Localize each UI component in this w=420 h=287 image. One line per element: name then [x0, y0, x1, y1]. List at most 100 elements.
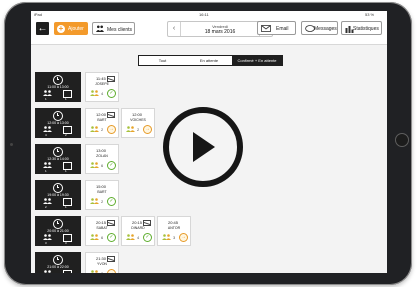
guests-icon [90, 126, 99, 132]
reservation-name: DINARD [131, 226, 145, 230]
people-icon [43, 90, 52, 96]
slot-people-count: 2 [45, 205, 47, 209]
slot-time: 12:30 à 14:00 [47, 157, 69, 161]
people-icon [43, 126, 52, 132]
people-icon [43, 162, 52, 168]
clock-icon [53, 111, 63, 121]
people-icon [96, 25, 104, 32]
slot-time: 12:00 à 13:00 [47, 121, 69, 125]
time-slot[interactable]: 11:00 à 13:00 1 1 [35, 72, 81, 102]
people-icon [44, 270, 51, 273]
reservation-card[interactable]: 12:00 BART 2 → [85, 108, 119, 138]
guest-count: 3 [173, 234, 176, 240]
time-slot[interactable]: 20:00 à 21:00 3 3 [35, 216, 81, 246]
messages-button[interactable]: Messages [301, 21, 338, 35]
confirmed-check-icon: ✓ [143, 233, 152, 242]
add-button[interactable]: + Ajouter [54, 22, 88, 35]
slot-table-count: 2 [65, 133, 67, 137]
my-clients-button[interactable]: Mes clients [92, 22, 135, 35]
guest-count: 4 [101, 90, 104, 96]
slot-time: 19:00 à 19:30 [47, 193, 69, 197]
reservation-name: JOSEPE [95, 82, 109, 86]
confirmed-check-icon: ✓ [107, 233, 116, 242]
reservation-card[interactable]: 21:30 YVON 2 → [85, 252, 119, 273]
reservation-card[interactable]: 20:15 DINARD 4 ✓ [121, 216, 155, 246]
email-button[interactable]: Email [257, 21, 296, 35]
reservation-time: 15:00 [96, 184, 107, 189]
filter-confirmed-pending[interactable]: Confirmé + En attente [232, 56, 282, 65]
guest-count: 2 [137, 126, 140, 132]
pending-arrow-icon: → [179, 233, 188, 242]
top-toolbar: ← + Ajouter Mes clients ‹ Vendredi 18 ma… [31, 17, 387, 45]
time-slot[interactable]: 21:00 à 22:00 1 1 [35, 252, 81, 273]
reservation-name: VOICHES [130, 118, 146, 122]
reservation-name: ZOLAN [96, 154, 108, 158]
guests-icon [90, 162, 99, 168]
reservation-time: 11:45 [96, 76, 106, 81]
time-slot[interactable]: 19:00 à 19:30 2 1 [35, 180, 81, 210]
guests-icon [90, 90, 99, 96]
pending-arrow-icon: → [107, 125, 116, 134]
statistics-label: Statistiques [353, 26, 379, 32]
reservation-card[interactable]: 15:00 BART 2 ✓ [85, 180, 119, 210]
slot-table-count: 1 [65, 169, 67, 173]
envelope-icon [261, 24, 271, 32]
slot-people-count: 1 [45, 97, 47, 101]
reservation-card[interactable]: 12:00 VOICHES 2 → [121, 108, 155, 138]
guest-count: 2 [101, 270, 104, 274]
slot-time: 20:00 à 21:00 [47, 229, 69, 233]
guests-icon [90, 198, 99, 204]
people-icon [43, 234, 52, 240]
play-icon [193, 132, 215, 162]
confirmed-check-icon: ✓ [107, 161, 116, 170]
guests-icon [126, 234, 135, 240]
time-slot[interactable]: 12:30 à 14:00 1 1 [35, 144, 81, 174]
back-arrow-icon[interactable]: ← [36, 22, 49, 35]
guest-count: 2 [101, 126, 104, 132]
reservation-card[interactable]: 20:15 SABAT 6 ✓ [85, 216, 119, 246]
home-button[interactable] [395, 133, 409, 147]
current-date: 18 mars 2016 [204, 29, 236, 35]
time-slot[interactable]: 12:00 à 13:00 4 2 [35, 108, 81, 138]
reservation-name: YVON [97, 262, 107, 266]
email-label: Email [276, 26, 289, 32]
filter-all[interactable]: Tout [139, 56, 186, 65]
confirmed-check-icon: ✓ [107, 197, 116, 206]
reservation-time: 13:00 [96, 148, 107, 153]
calendar-icon [63, 270, 72, 273]
pending-arrow-icon: → [143, 125, 152, 134]
clock-icon [53, 75, 63, 85]
clock-icon [53, 219, 63, 229]
pending-arrow-icon: → [107, 269, 116, 273]
reservation-name: BART [97, 118, 107, 122]
guests-icon [90, 234, 99, 240]
slot-table-count: 1 [65, 205, 67, 209]
guest-count: 6 [101, 162, 104, 168]
reservation-name: BART [97, 190, 107, 194]
my-clients-label: Mes clients [107, 26, 133, 33]
clock-icon [53, 255, 63, 265]
reservation-name: ANTOR [167, 226, 181, 230]
slot-time: 11:00 à 13:00 [47, 85, 69, 89]
guests-icon [91, 270, 98, 273]
camera-icon [10, 143, 13, 146]
slot-time: 21:00 à 22:00 [47, 265, 69, 269]
messages-label: Messages [314, 26, 337, 32]
filter-pending[interactable]: En attente [186, 56, 232, 65]
reservation-name: SABAT [96, 226, 108, 230]
reservation-card[interactable]: 11:45 JOSEPE 4 ✓ [85, 72, 119, 102]
status-filter: Tout En attente Confirmé + En attente [138, 55, 283, 66]
slot-people-count: 4 [45, 133, 47, 137]
statistics-button[interactable]: Statistiques [341, 21, 382, 35]
reservation-card[interactable]: 20:45 ANTOR 3 → [157, 216, 191, 246]
reservation-time: 21:30 [96, 256, 107, 261]
guest-count: 2 [101, 198, 104, 204]
reservation-time: 20:15 [132, 220, 143, 225]
reservation-card[interactable]: 13:00 ZOLAN 6 ✓ [85, 144, 119, 174]
guests-icon [162, 234, 171, 240]
plus-icon: + [57, 23, 65, 33]
confirmed-check-icon: ✓ [107, 89, 116, 98]
guest-count: 6 [101, 234, 104, 240]
slot-table-count: 1 [65, 97, 67, 101]
reservation-time: 12:00 [132, 112, 143, 117]
